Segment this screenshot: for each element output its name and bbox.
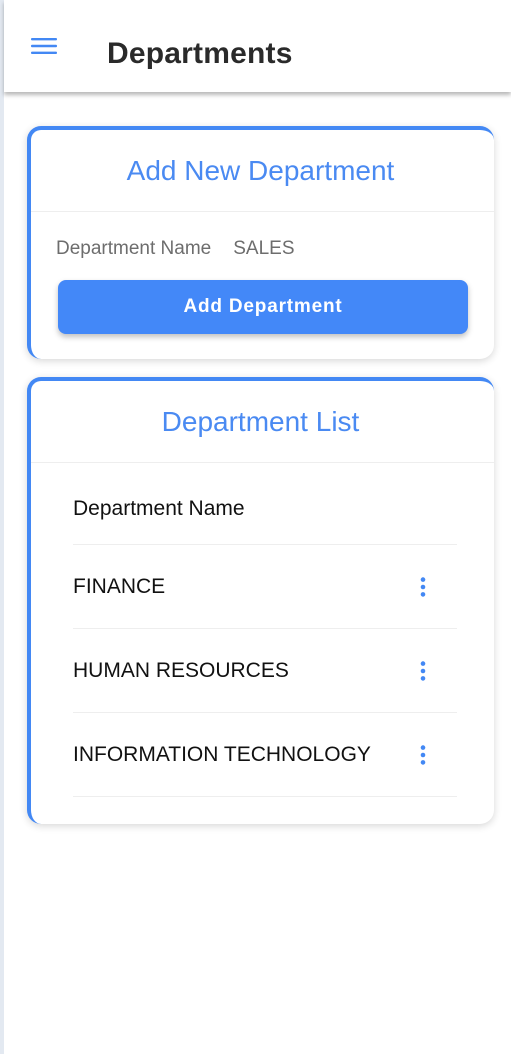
page-title: Departments [107, 37, 293, 70]
department-name-cell: INFORMATION TECHNOLOGY [73, 742, 371, 766]
department-name-cell: HUMAN RESOURCES [73, 658, 289, 682]
hamburger-menu-icon [31, 38, 57, 54]
row-actions-button[interactable] [411, 741, 435, 769]
app-bar: Departments [4, 0, 511, 92]
department-name-input[interactable] [233, 238, 434, 260]
department-list-title: Department List [161, 405, 360, 437]
department-name-label: Department Name [56, 238, 212, 259]
department-name-field: Department Name [56, 238, 434, 260]
add-department-card: Add New Department Department Name Add D… [27, 126, 494, 359]
department-list-card-header: Department List [31, 381, 494, 463]
add-department-card-header: Add New Department [31, 130, 494, 212]
more-vert-icon [420, 576, 426, 597]
department-list-card: Department List Department Name FINANCE … [27, 377, 494, 824]
column-header-department-name: Department Name [73, 496, 245, 520]
add-department-button[interactable]: Add Department [58, 280, 468, 334]
table-row: INFORMATION TECHNOLOGY [73, 713, 457, 797]
left-edge-rail [0, 0, 4, 1054]
more-vert-icon [420, 744, 426, 765]
table-header-row: Department Name [73, 473, 457, 545]
table-row: FINANCE [73, 545, 457, 629]
row-actions-button[interactable] [411, 657, 435, 685]
department-table: Department Name FINANCE HUMAN RESOURCES [73, 473, 457, 797]
add-department-title: Add New Department [126, 154, 395, 186]
more-vert-icon [420, 660, 426, 681]
menu-button[interactable] [30, 34, 58, 58]
table-row: HUMAN RESOURCES [73, 629, 457, 713]
department-name-cell: FINANCE [73, 574, 166, 598]
row-actions-button[interactable] [411, 573, 435, 601]
